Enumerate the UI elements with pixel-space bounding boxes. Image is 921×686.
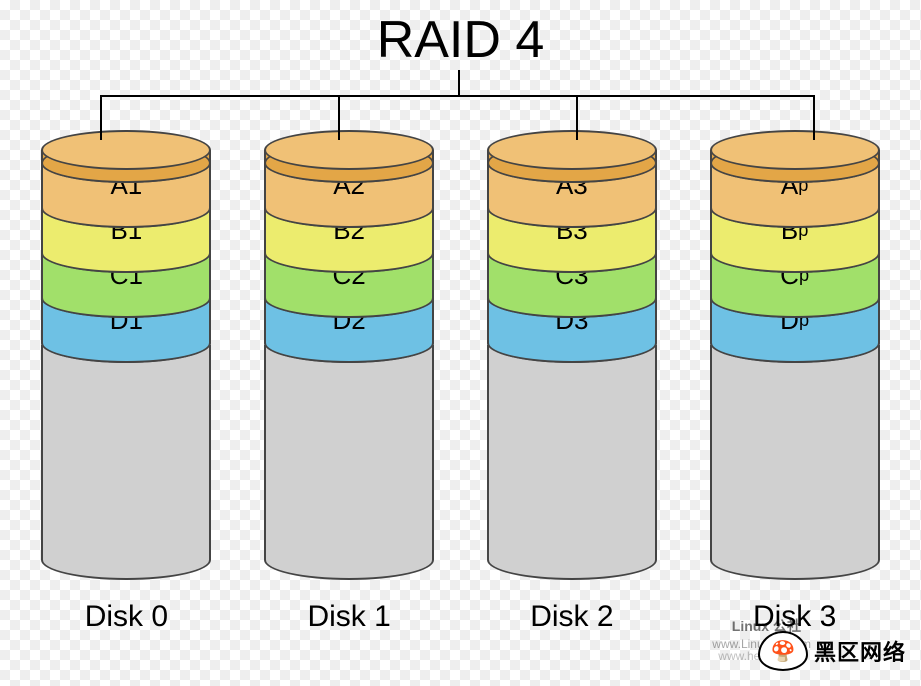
site-logo: 🍄 黑区网络 <box>758 631 906 671</box>
diagram-stage: RAID 4 D1C1B1A1 Disk 0 D2C2B2A2 Disk 1 D3C3B… <box>0 0 921 686</box>
disk-cylinder: D2C2B2A2 <box>264 130 434 580</box>
disk-column: D2C2B2A2 Disk 1 <box>249 130 449 634</box>
disk-cylinder: DpCpBpAp <box>710 130 880 580</box>
mushroom-icon: 🍄 <box>758 631 808 671</box>
disk-column: D1C1B1A1 Disk 0 <box>26 130 226 634</box>
connector-lines <box>100 70 815 140</box>
disk-label: Disk 0 <box>85 600 168 634</box>
disk-label: Disk 2 <box>530 600 613 634</box>
disk-array: D1C1B1A1 Disk 0 D2C2B2A2 Disk 1 D3C3B3A3 Disk… <box>0 130 921 634</box>
disk-column: DpCpBpApDisk 3 <box>695 130 895 634</box>
diagram-title: RAID 4 <box>0 10 921 70</box>
disk-cylinder: D3C3B3A3 <box>487 130 657 580</box>
disk-cylinder: D1C1B1A1 <box>41 130 211 580</box>
disk-column: D3C3B3A3 Disk 2 <box>472 130 672 634</box>
logo-text: 黑区网络 <box>814 635 906 667</box>
disk-label: Disk 1 <box>307 600 390 634</box>
